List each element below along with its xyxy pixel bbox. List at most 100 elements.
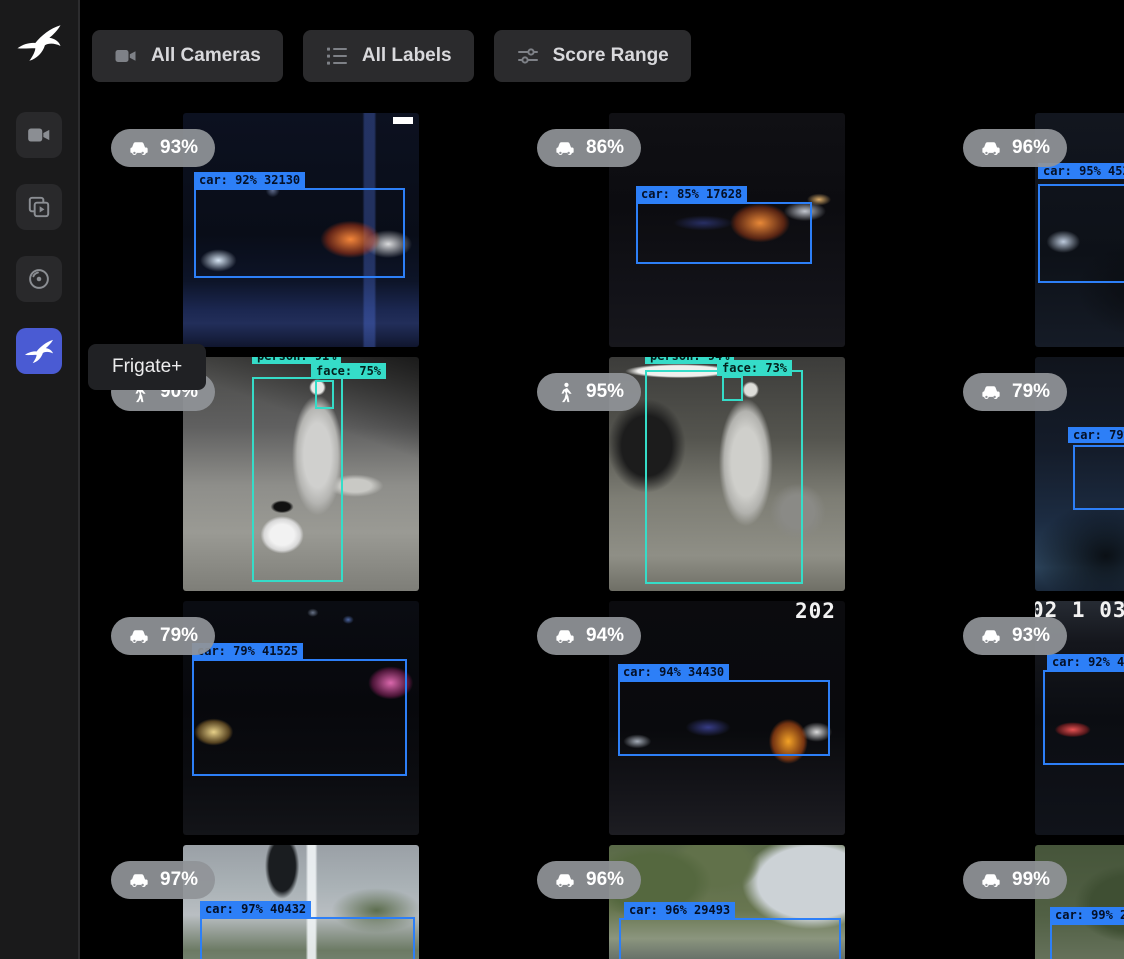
detection-thumbnail[interactable]: car: 92% 32130 [183,113,419,347]
detection-thumbnail[interactable]: car: 79% 41525 [183,601,419,835]
camera-icon [114,44,138,68]
score-badge: 96% [537,861,641,899]
car-icon [128,137,151,160]
sidebar [0,0,80,959]
score-badge: 79% [963,373,1067,411]
car-icon [980,381,1003,404]
bbox [618,680,830,756]
detection-thumbnail[interactable]: car: 97% 40432 [183,845,419,959]
bbox-label: car: 92% 4216 [1047,654,1124,670]
score-text: 79% [160,625,198,647]
car-icon [554,625,577,648]
bbox-label: car: 92% 32130 [194,172,305,188]
sidebar-nav [16,112,62,374]
detection-thumbnail[interactable]: person: 91% face: 75% [183,357,419,591]
car-icon [554,869,577,892]
sidebar-item-export[interactable] [16,256,62,302]
detection-cell: 97% car: 97% 40432 [80,845,506,959]
car-icon [554,137,577,160]
bbox [200,917,415,959]
bbox-label: car: 97% 40432 [200,901,311,917]
detection-cell: 93% 02 1 03 0 car: 92% 4216 [932,601,1124,845]
score-badge: 95% [537,373,641,411]
frigate-plus-tooltip: Frigate+ [88,344,206,390]
score-text: 97% [160,869,198,891]
score-text: 95% [586,381,624,403]
score-text: 99% [1012,869,1050,891]
detection-cell: 79% car: 79% 41525 [80,601,506,845]
bbox-label: car: 96% 29493 [624,902,735,918]
score-text: 96% [586,869,624,891]
detection-thumbnail[interactable]: person: 94% face: 73% [609,357,845,591]
score-badge: 96% [963,129,1067,167]
sidebar-item-frigate-plus[interactable] [16,328,62,374]
bbox [1050,923,1124,959]
detection-thumbnail[interactable]: 202 car: 94% 34430 [609,601,845,835]
all-labels-label: All Labels [362,45,452,67]
detection-thumbnail[interactable]: car: 96% 29493 [609,845,845,959]
bbox [192,659,407,776]
osd-timestamp: 202 [795,601,836,623]
sidebar-item-review[interactable] [16,184,62,230]
detection-cell: 86% car: 85% 17628 [506,113,932,357]
score-range-filter-button[interactable]: Score Range [494,30,691,82]
bbox [645,370,803,584]
detection-cell: 95% person: 94% face: 73% [506,357,932,601]
bbox [194,188,405,278]
filter-toolbar: All Cameras All Labels [80,0,1124,82]
disc-icon [26,266,52,292]
score-badge: 93% [111,129,215,167]
list-icon [325,44,349,68]
car-icon [980,869,1003,892]
main-content: All Cameras All Labels [80,0,1124,959]
face-label: face: 73% [717,360,792,376]
car-icon [128,625,151,648]
osd-marker [393,117,413,124]
score-range-label: Score Range [553,45,669,67]
all-labels-filter-button[interactable]: All Labels [303,30,474,82]
detection-cell: 90% person: 91% face: 75% [80,357,506,601]
all-cameras-filter-button[interactable]: All Cameras [92,30,283,82]
car-icon [980,625,1003,648]
sidebar-item-live[interactable] [16,112,62,158]
detection-cell: 79% car: 79% [932,357,1124,601]
detection-cell: 96% car: 96% 29493 [506,845,932,959]
bbox-label: car: 99% 25 [1050,907,1124,923]
score-badge: 97% [111,861,215,899]
camera-icon [26,122,52,148]
score-text: 86% [586,137,624,159]
person-icon [554,381,577,404]
detection-cell: 94% 202 car: 94% 34430 [506,601,932,845]
face-label: face: 75% [311,363,386,379]
detection-cell: 96% car: 95% 45260 [932,113,1124,357]
score-text: 96% [1012,137,1050,159]
score-badge: 93% [963,617,1067,655]
bbox-label: car: 94% 34430 [618,664,729,680]
score-text: 79% [1012,381,1050,403]
frigate-plus-icon [24,338,54,365]
detection-cell: 99% car: 99% 25 [932,845,1124,959]
bbox-label: car: 85% 17628 [636,186,747,202]
bbox [1073,445,1124,510]
bbox [1038,184,1124,283]
bbox [1043,670,1124,765]
score-text: 93% [160,137,198,159]
detection-thumbnail[interactable]: car: 85% 17628 [609,113,845,347]
bbox [636,202,812,264]
frigate-logo [15,20,63,66]
score-badge: 99% [963,861,1067,899]
detection-cell: 93% car: 92% 32130 [80,113,506,357]
car-icon [128,869,151,892]
review-icon [26,194,52,220]
score-badge: 94% [537,617,641,655]
face-bbox [722,376,743,401]
sliders-icon [516,44,540,68]
detections-grid: 93% car: 92% 32130 86% car: 85% 17628 [80,113,1124,959]
car-icon [980,137,1003,160]
score-badge: 86% [537,129,641,167]
bbox-label: car: 79% [1068,427,1124,443]
score-text: 94% [586,625,624,647]
frigate-logo-icon [16,22,62,64]
face-bbox [315,380,334,409]
score-text: 93% [1012,625,1050,647]
